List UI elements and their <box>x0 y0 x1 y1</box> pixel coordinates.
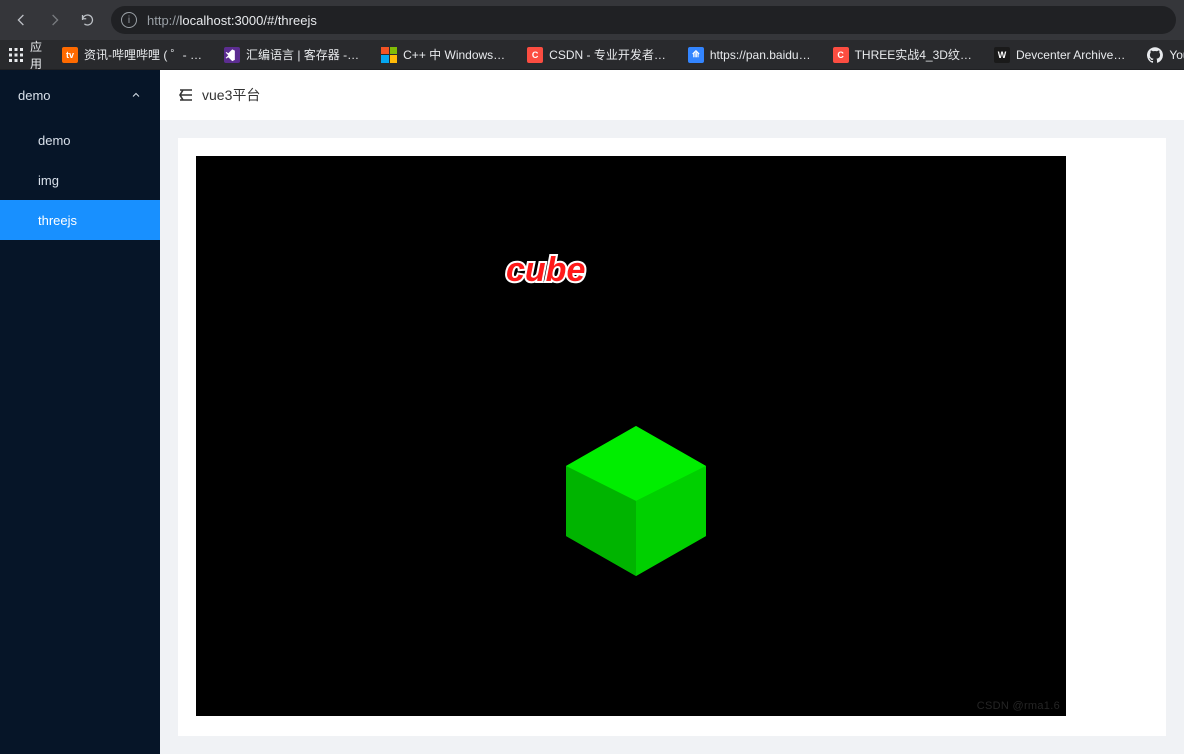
site-info-icon[interactable]: i <box>121 12 137 28</box>
url-text: http://localhost:3000/#/threejs <box>147 13 317 28</box>
cube-label: cube <box>506 251 585 290</box>
canvas-card: cube CSDN @rma1.6 <box>178 138 1166 736</box>
canvas-wrapper: cube CSDN @rma1.6 <box>160 120 1184 754</box>
sidebar-item-label: img <box>38 173 59 188</box>
microsoft-icon <box>381 47 397 63</box>
forward-icon[interactable] <box>47 13 62 28</box>
page-title: vue3平台 <box>202 85 260 105</box>
github-icon <box>1147 47 1163 63</box>
bookmarks-bar: 应用 tv 资讯-哔哩哔哩 ( ゜- … 汇编语言 | 客存器 -… C++ 中… <box>0 40 1184 70</box>
csdn-icon: C <box>527 47 543 63</box>
bilibili-icon: tv <box>62 47 78 63</box>
bookmark-label: Your Repositories <box>1169 48 1184 62</box>
bookmark-label: C++ 中 Windows… <box>403 46 505 63</box>
bookmark-label: 资讯-哔哩哔哩 ( ゜- … <box>84 46 202 63</box>
url-protocol: http:// <box>147 13 180 28</box>
content-topbar: vue3平台 <box>160 70 1184 120</box>
bookmark-label: https://pan.baidu… <box>710 48 811 62</box>
vs-icon <box>224 47 240 63</box>
content-area: vue3平台 cube CSDN @rma1.6 <box>160 70 1184 754</box>
bookmark-item[interactable]: W Devcenter Archive… <box>986 44 1133 66</box>
app-page: demo demo img threejs vue3平台 cube <box>0 70 1184 754</box>
baidu-icon: ⟰ <box>688 47 704 63</box>
url-path: localhost:3000/#/threejs <box>180 13 317 28</box>
threejs-canvas[interactable]: cube CSDN @rma1.6 <box>196 156 1066 716</box>
bookmark-item[interactable]: 汇编语言 | 客存器 -… <box>216 43 367 66</box>
sidebar-item-demo[interactable]: demo <box>0 120 160 160</box>
bookmark-item[interactable]: C THREE实战4_3D纹… <box>825 43 980 66</box>
sidebar-item-img[interactable]: img <box>0 160 160 200</box>
bookmark-label: Devcenter Archive… <box>1016 48 1125 62</box>
bookmark-item[interactable]: Your Repositories <box>1139 44 1184 66</box>
bookmark-label: CSDN - 专业开发者… <box>549 46 666 63</box>
menu-toggle-icon[interactable] <box>178 87 194 103</box>
webgl-icon: W <box>994 47 1010 63</box>
url-bar[interactable]: i http://localhost:3000/#/threejs <box>111 6 1176 34</box>
bookmark-item[interactable]: ⟰ https://pan.baidu… <box>680 44 819 66</box>
reload-icon[interactable] <box>80 13 95 28</box>
back-icon[interactable] <box>14 13 29 28</box>
browser-toolbar: i http://localhost:3000/#/threejs <box>0 0 1184 40</box>
csdn-icon: C <box>833 47 849 63</box>
sidebar-item-threejs[interactable]: threejs <box>0 200 160 240</box>
bookmark-item[interactable]: tv 资讯-哔哩哔哩 ( ゜- … <box>54 43 210 66</box>
chevron-up-icon <box>130 89 142 101</box>
sidebar-header-label: demo <box>18 88 51 103</box>
sidebar-item-label: threejs <box>38 213 77 228</box>
sidebar-header-demo[interactable]: demo <box>0 70 160 120</box>
apps-grid-icon[interactable] <box>8 45 24 65</box>
sidebar-item-label: demo <box>38 133 71 148</box>
bookmark-label: 汇编语言 | 客存器 -… <box>246 46 359 63</box>
bookmark-item[interactable]: C++ 中 Windows… <box>373 43 513 66</box>
bookmark-label: THREE实战4_3D纹… <box>855 46 972 63</box>
watermark: CSDN @rma1.6 <box>977 700 1060 712</box>
sidebar: demo demo img threejs <box>0 70 160 754</box>
cube-mesh <box>556 421 716 581</box>
apps-label[interactable]: 应用 <box>30 38 48 72</box>
bookmark-item[interactable]: C CSDN - 专业开发者… <box>519 43 674 66</box>
